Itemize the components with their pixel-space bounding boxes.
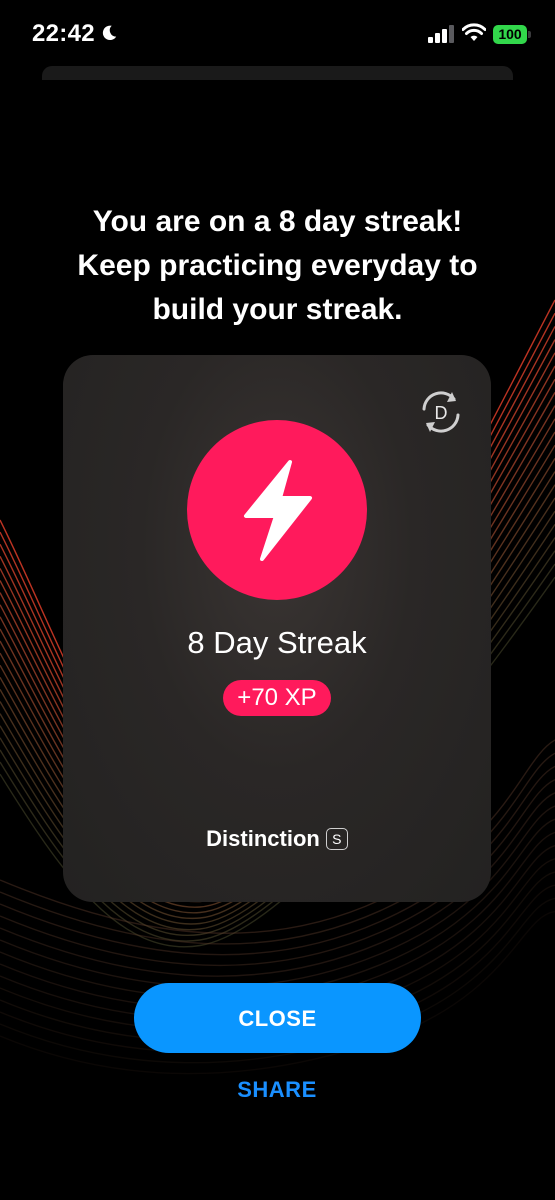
battery-tip	[528, 31, 531, 38]
streak-message-line-3: build your streak.	[152, 293, 403, 326]
streak-screen: 22:42 100 You are on a 8 day streak! Kee…	[0, 0, 555, 1200]
signal-icon	[428, 25, 454, 43]
close-button[interactable]: CLOSE	[134, 983, 421, 1053]
lightning-bolt-icon	[244, 460, 312, 561]
status-bar: 22:42 100	[0, 0, 555, 70]
tier-s-icon: S	[325, 828, 348, 851]
streak-badge	[187, 420, 367, 600]
distinction-row: Distinction S	[63, 825, 491, 852]
moon-icon	[102, 25, 117, 41]
xp-badge: +70 XP	[223, 680, 331, 716]
status-time: 22:42	[32, 20, 95, 47]
battery-icon: 100	[493, 25, 527, 44]
streak-message-line-2: Keep practicing everyday to	[77, 249, 478, 282]
streak-title: 8 Day Streak	[187, 625, 367, 660]
streak-message: You are on a 8 day streak! Keep practici…	[30, 200, 525, 332]
streak-card: D 8 Day Streak +70 XP Distinction S	[63, 355, 491, 902]
sheet-edge	[42, 66, 513, 80]
refresh-icon-letter: D	[435, 403, 448, 423]
refresh-icon[interactable]: D	[416, 387, 466, 437]
distinction-label: Distinction	[206, 826, 320, 852]
wifi-icon	[462, 23, 486, 41]
streak-message-line-1: You are on a 8 day streak!	[92, 205, 463, 238]
share-button[interactable]: SHARE	[177, 1072, 377, 1108]
